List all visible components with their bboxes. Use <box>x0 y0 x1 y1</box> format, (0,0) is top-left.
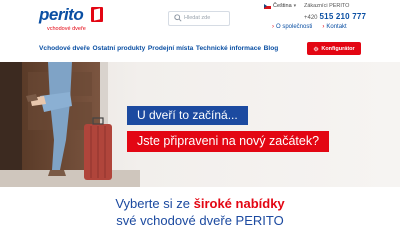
contact-link-label: Kontakt <box>326 24 347 30</box>
contact-link[interactable]: › Kontakt <box>322 24 346 30</box>
hero-subheadline: Jste připraveni na nový začátek? <box>127 131 330 152</box>
hero-headline: U dveří to začíná... <box>127 106 248 125</box>
gear-icon <box>314 46 319 51</box>
door-logo-icon <box>91 7 103 22</box>
search-input[interactable] <box>184 13 226 23</box>
configurator-label: Konfigurátor <box>321 45 355 52</box>
nav-item-blog[interactable]: Blog <box>264 45 279 52</box>
customer-link[interactable]: Zákazníci PERITO <box>304 3 349 9</box>
promo-heading: Vyberte si ze široké nabídky své vchodov… <box>0 195 400 229</box>
promo-highlight: široké nabídky <box>193 196 285 211</box>
nav-item-other-products[interactable]: Ostatní produkty <box>93 45 146 52</box>
phone-contact[interactable]: +420 515 210 777 <box>304 12 366 21</box>
nav-item-points-of-sale[interactable]: Prodejní místa <box>148 45 193 52</box>
top-links: › O společnosti › Kontakt <box>272 24 347 30</box>
search-box[interactable] <box>168 11 230 26</box>
perito-logo[interactable]: perito vchodové dveře <box>39 5 105 35</box>
promo-text-before: Vyberte si ze <box>115 196 194 211</box>
language-selector[interactable]: Čeština ▾ <box>264 3 296 9</box>
site-header: perito vchodové dveře Čeština ▾ Zákazníc… <box>0 0 400 62</box>
about-link[interactable]: › O společnosti <box>272 24 312 30</box>
chevron-down-icon: ▾ <box>293 3 297 9</box>
chevron-right-icon: › <box>322 24 325 30</box>
promo-line-2: své vchodové dveře PERITO <box>116 213 284 228</box>
logo-wordmark: perito <box>39 5 84 24</box>
phone-number: 515 210 777 <box>319 12 367 21</box>
chevron-right-icon: › <box>272 24 274 30</box>
logo-tagline: vchodové dveře <box>47 26 86 32</box>
promo-line-1: Vyberte si ze široké nabídky <box>0 195 400 212</box>
about-link-label: O společnosti <box>276 24 313 30</box>
czech-flag-icon <box>264 3 271 9</box>
configurator-button[interactable]: Konfigurátor <box>307 42 361 55</box>
search-icon <box>174 14 182 22</box>
nav-item-technical-info[interactable]: Technické informace <box>196 45 261 52</box>
main-nav: Vchodové dveře Ostatní produkty Prodejní… <box>39 45 278 52</box>
phone-prefix: +420 <box>304 15 318 21</box>
nav-item-entrance-doors[interactable]: Vchodové dveře <box>39 45 90 52</box>
language-label: Čeština <box>273 3 292 9</box>
